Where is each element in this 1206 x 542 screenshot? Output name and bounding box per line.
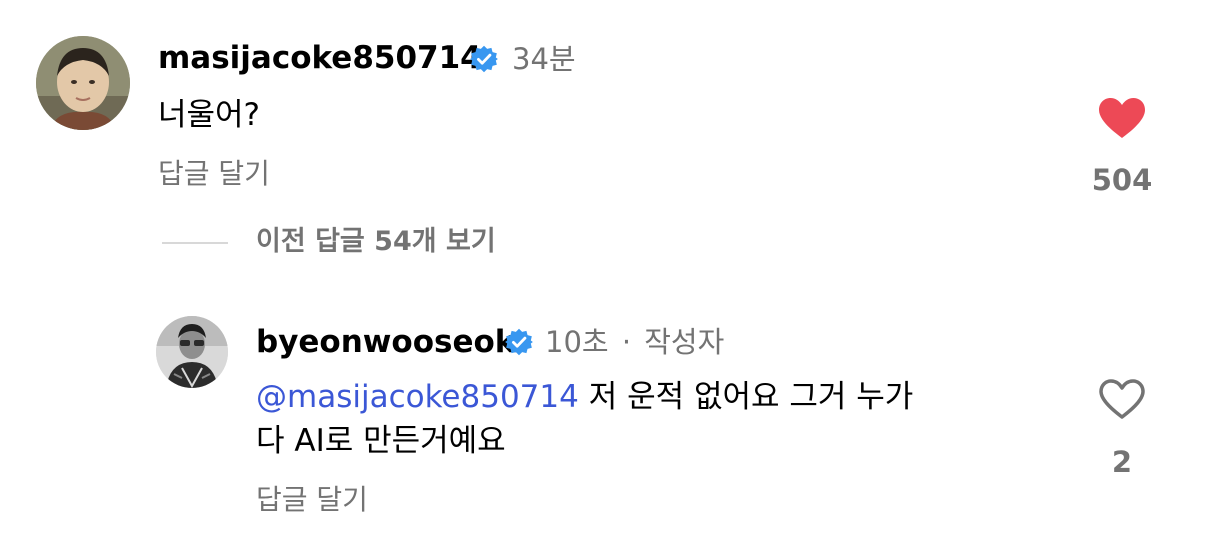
reply-text-part: 저 운적 없어요 그거 누가 xyxy=(578,379,914,415)
comment-username[interactable]: masijacoke850714 xyxy=(158,38,482,78)
like-count: 2 xyxy=(1111,445,1133,479)
divider xyxy=(162,242,228,244)
reply-time: 10초 xyxy=(545,325,609,359)
avatar[interactable] xyxy=(156,316,228,388)
avatar[interactable] xyxy=(36,36,130,130)
verified-badge-icon xyxy=(470,45,498,73)
verified-badge-icon xyxy=(505,328,533,356)
heart-icon[interactable] xyxy=(1098,97,1146,139)
reply-text-line2: 다 AI로 만든거예요 xyxy=(256,423,506,459)
author-badge: 작성자 xyxy=(644,325,725,359)
like-count: 504 xyxy=(1091,163,1153,197)
mention-link[interactable]: @masijacoke850714 xyxy=(256,379,579,415)
avatar-image xyxy=(36,36,130,130)
reply-button[interactable]: 답글 달기 xyxy=(158,156,270,192)
reply-text-line1: @masijacoke850714 저 운적 없어요 그거 누가 xyxy=(256,372,913,422)
avatar-image xyxy=(156,316,228,388)
meta-separator: · xyxy=(621,325,632,359)
reply-meta: 10초 · 작성자 xyxy=(545,322,724,362)
heart-icon[interactable] xyxy=(1098,378,1146,420)
reply-username[interactable]: byeonwooseok xyxy=(256,322,515,362)
comment-text: 너울어? xyxy=(158,97,261,133)
view-previous-replies-button[interactable]: 이전 답글 54개 보기 xyxy=(256,224,496,260)
reply-button[interactable]: 답글 달기 xyxy=(256,482,368,518)
comment-time: 34분 xyxy=(512,42,576,76)
